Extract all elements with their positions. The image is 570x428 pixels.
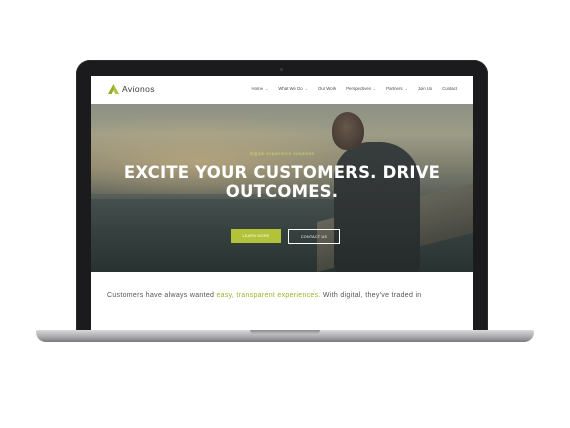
contact-us-button[interactable]: CONTACT US [288,229,340,244]
nav-item-our-work[interactable]: Our Work [318,86,336,91]
nav-item-home[interactable]: Home ⌄ [252,86,269,91]
nav-label: Partners [386,86,403,91]
hero-headline-line-2: OUTCOMES. [225,182,339,201]
nav-label: Join Us [417,86,433,91]
main-nav: Home ⌄ What We Do ⌄ Our Work Perspectives ⌄… [252,86,458,91]
site-header: Avionos Home ⌄ What We Do ⌄ Our Work Persp… [91,76,473,104]
laptop-notch [250,330,320,334]
brand-name: Avionos [122,84,155,94]
intro-paragraph: Customers have always wanted easy, trans… [107,292,422,299]
intro-section: Customers have always wanted easy, trans… [91,272,473,332]
nav-label: Home [251,86,263,91]
intro-text-start: Customers have always wanted [107,292,217,299]
nav-label: Contact [442,86,457,91]
hero-headline-line-1: EXCITE YOUR CUSTOMERS. DRIVE [123,163,441,182]
avionos-logo-icon [108,84,119,94]
nav-label: Our Work [317,86,337,91]
chevron-down-icon: ⌄ [404,86,408,91]
hero-headline: EXCITE YOUR CUSTOMERS. DRIVE OUTCOMES. [91,163,473,201]
camera-icon [280,68,283,71]
hero-banner: Digital experience solutions EXCITE YOUR… [91,104,473,272]
hero-cta-row: LEARN MORE CONTACT US [231,229,340,244]
intro-text-end: With digital, they've traded in [320,292,422,299]
nav-item-perspectives[interactable]: Perspectives ⌄ [346,86,376,91]
chevron-down-icon: ⌄ [304,86,308,91]
brand-logo[interactable]: Avionos [108,84,155,94]
nav-label: Perspectives [346,86,371,91]
chevron-down-icon: ⌄ [372,86,377,91]
hero-eyebrow: Digital experience solutions [249,151,315,156]
nav-label: What We Do [278,86,303,91]
learn-more-button[interactable]: LEARN MORE [231,229,281,243]
laptop-screen: Avionos Home ⌄ What We Do ⌄ Our Work Persp… [91,76,473,332]
chevron-down-icon: ⌄ [264,86,269,91]
nav-item-contact[interactable]: Contact [442,86,457,91]
intro-highlight: easy, transparent experiences. [216,292,321,299]
nav-item-join-us[interactable]: Join Us [418,86,432,91]
nav-item-what-we-do[interactable]: What We Do ⌄ [278,86,308,91]
laptop-lid: Avionos Home ⌄ What We Do ⌄ Our Work Persp… [76,60,488,332]
nav-item-partners[interactable]: Partners ⌄ [386,86,408,91]
laptop-mockup: Avionos Home ⌄ What We Do ⌄ Our Work Persp… [0,0,570,428]
